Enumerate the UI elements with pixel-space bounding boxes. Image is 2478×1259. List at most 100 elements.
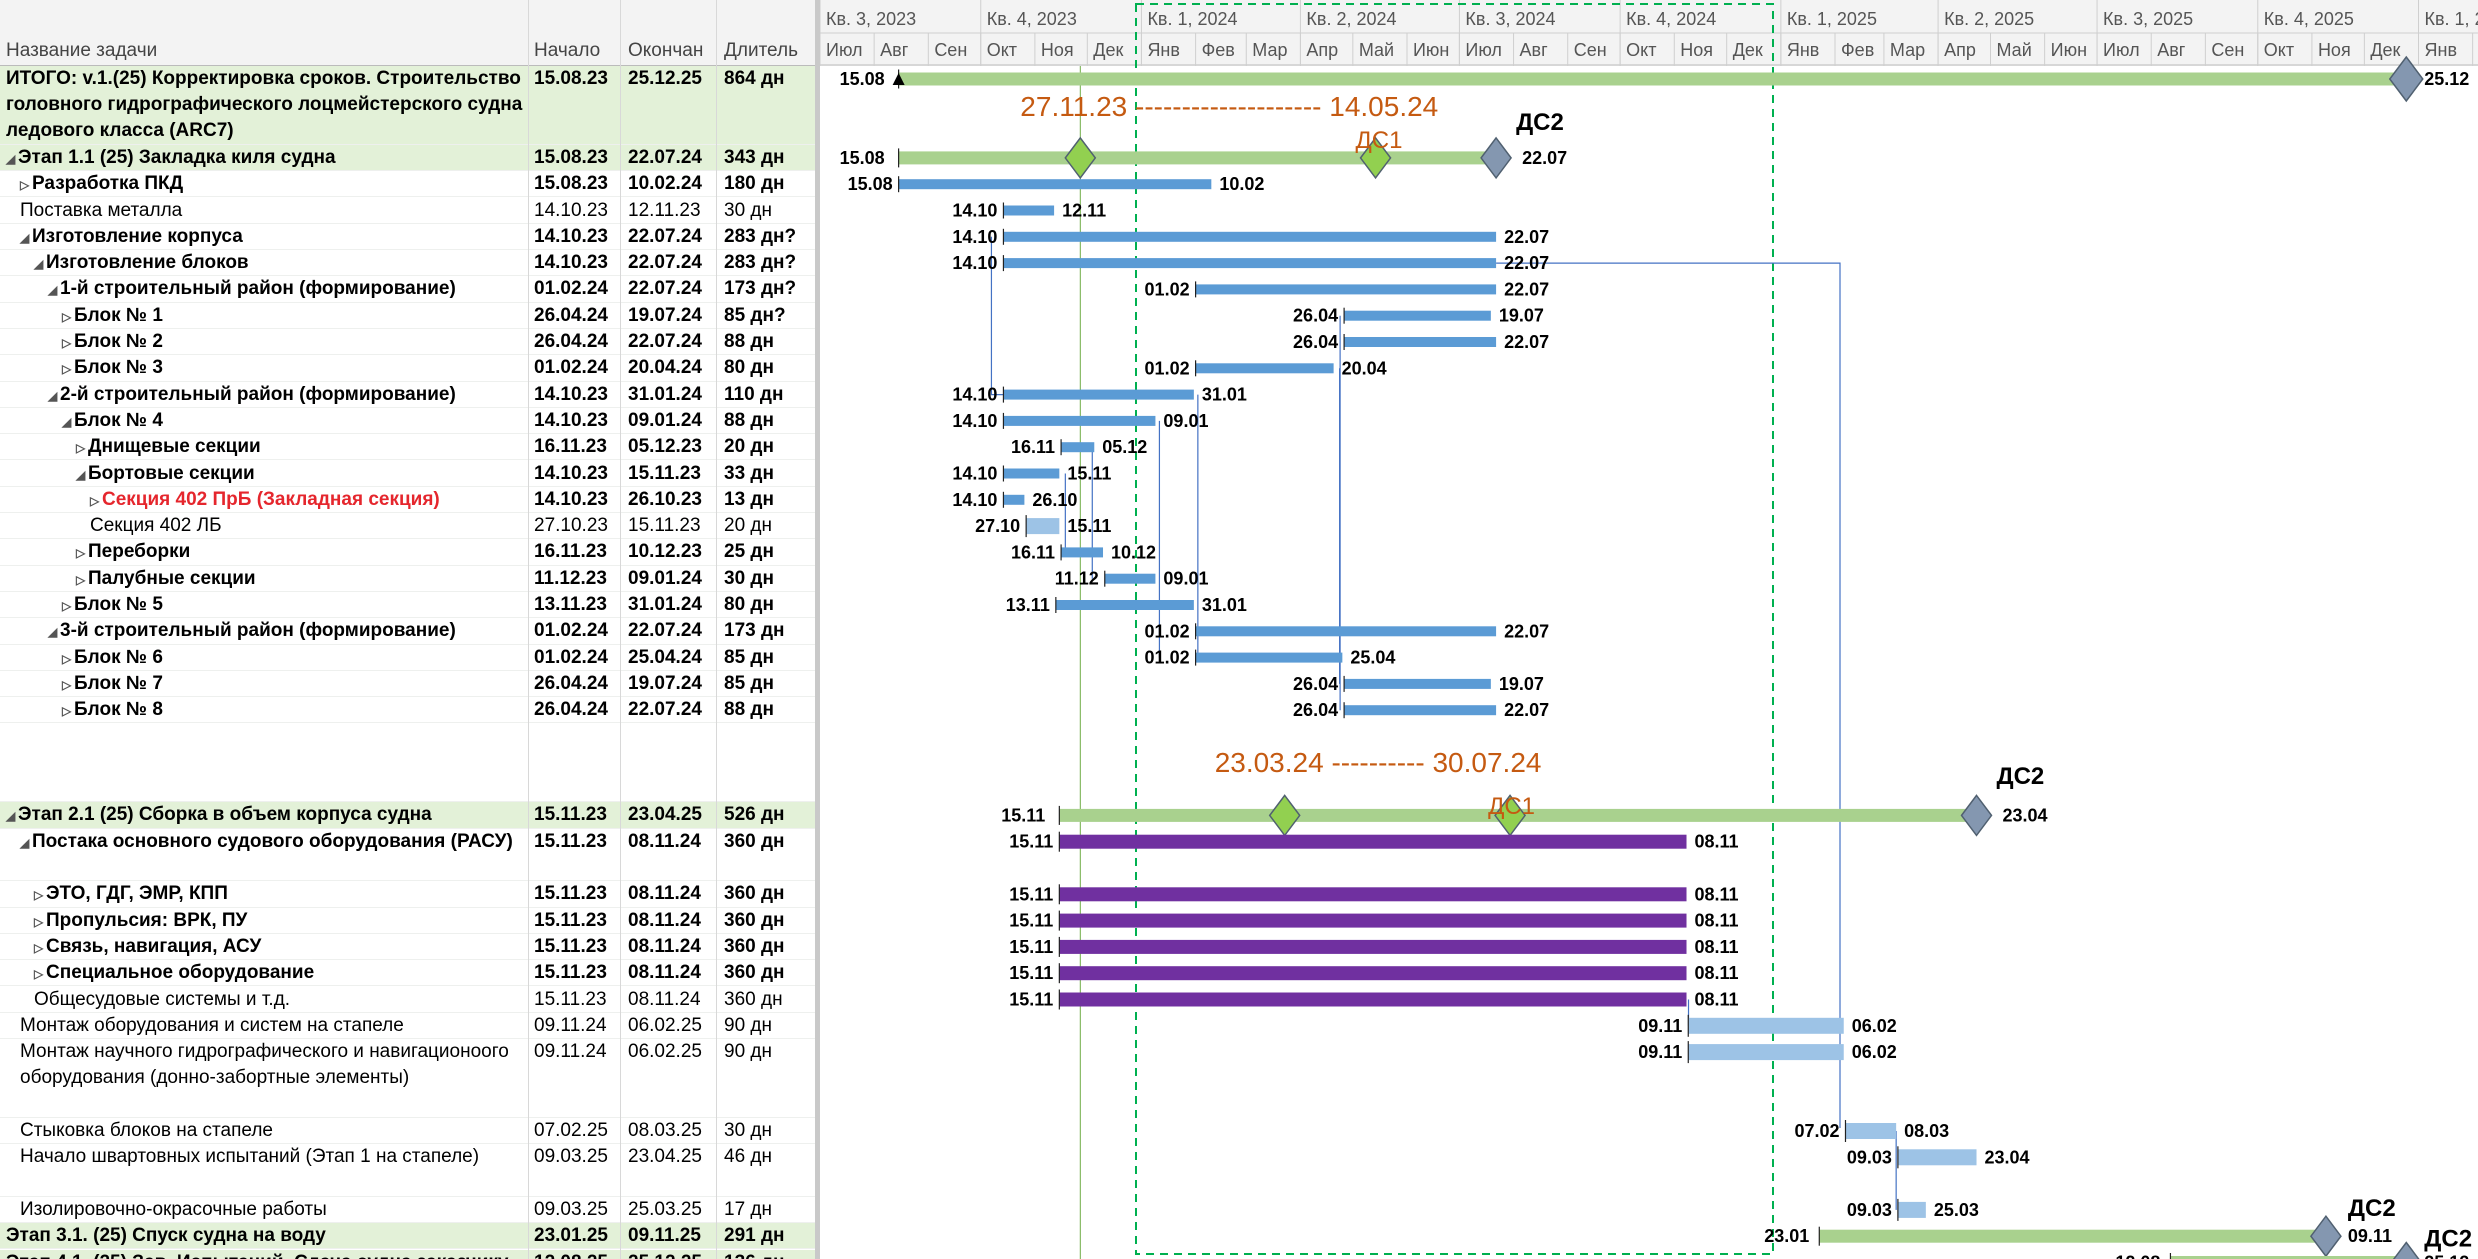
task-start[interactable]: 01.02.24 (528, 276, 620, 302)
table-row[interactable]: Начало швартовных испытаний (Этап 1 на с… (0, 1144, 818, 1197)
expand-toggle-icon[interactable]: ▷ (76, 435, 88, 461)
table-row[interactable]: Секция 402 ЛБ 27.10.23 15.11.23 20 дн (0, 513, 818, 540)
expand-toggle-icon[interactable]: ▷ (34, 961, 46, 987)
table-row[interactable]: ▷ ЭТО, ГДГ, ЭМР, КПП 15.11.23 08.11.24 360 д… (0, 881, 818, 908)
task-finish[interactable]: 20.04.24 (622, 355, 716, 381)
task-duration[interactable]: 283 дн? (718, 250, 818, 276)
task-start[interactable]: 16.11.23 (528, 434, 620, 460)
task-finish[interactable]: 22.07.24 (622, 145, 716, 171)
col-header-duration[interactable]: Длитель (718, 36, 818, 64)
task-name[interactable]: ◢ Изготовление блоков (0, 250, 528, 277)
task-duration[interactable]: 20 дн (718, 434, 818, 460)
table-row[interactable]: ◢ Блок № 4 14.10.23 09.01.24 88 дн (0, 408, 818, 435)
task-duration[interactable]: 90 дн (718, 1039, 818, 1065)
task-duration[interactable]: 360 дн (718, 934, 818, 960)
task-duration[interactable]: 17 дн (718, 1197, 818, 1223)
task-name[interactable]: ▷ Переборки (0, 539, 528, 566)
task-start[interactable]: 15.08.23 (528, 66, 620, 92)
table-row[interactable]: ▷ Блок № 8 26.04.24 22.07.24 88 дн (0, 697, 818, 724)
task-finish[interactable]: 10.12.23 (622, 539, 716, 565)
expand-toggle-icon[interactable]: ◢ (6, 146, 18, 172)
task-duration[interactable]: 291 дн (718, 1223, 818, 1249)
task-finish[interactable]: 08.03.25 (622, 1118, 716, 1144)
task-start[interactable]: 14.10.23 (528, 382, 620, 408)
task-finish[interactable]: 08.11.24 (622, 829, 716, 855)
task-finish[interactable]: 31.01.24 (622, 382, 716, 408)
task-duration[interactable]: 360 дн (718, 987, 818, 1013)
task-start[interactable]: 14.10.23 (528, 487, 620, 513)
task-start[interactable]: 14.10.23 (528, 198, 620, 224)
task-finish[interactable]: 22.07.24 (622, 276, 716, 302)
task-start[interactable]: 15.11.23 (528, 934, 620, 960)
task-name[interactable]: Монтаж научного гидрографического и нави… (0, 1039, 528, 1091)
table-row[interactable]: ▷ Связь, навигация, АСУ 15.11.23 08.11.24 36… (0, 934, 818, 961)
task-duration[interactable]: 25 дн (718, 539, 818, 565)
task-finish[interactable]: 08.11.24 (622, 908, 716, 934)
task-start[interactable]: 09.11.24 (528, 1013, 620, 1039)
table-row[interactable]: Этап 3.1. (25) Спуск судна на воду 23.01.… (0, 1223, 818, 1250)
table-row[interactable] (0, 724, 818, 803)
task-finish[interactable]: 22.07.24 (622, 250, 716, 276)
task-name[interactable]: ▷ Пропульсия: ВРК, ПУ (0, 908, 528, 935)
task-duration[interactable]: 173 дн (718, 618, 818, 644)
expand-toggle-icon[interactable]: ▷ (90, 488, 102, 514)
task-start[interactable]: 12.08.25 (528, 1250, 620, 1259)
table-row[interactable]: Общесудовые системы и т.д. 15.11.23 08.11.… (0, 987, 818, 1013)
task-finish[interactable]: 19.07.24 (622, 303, 716, 329)
expand-toggle-icon[interactable]: ▷ (62, 646, 74, 672)
task-name[interactable]: ◢ Бортовые секции (0, 461, 528, 488)
task-name[interactable]: ▷ Секция 402 ПрБ (Закладная секция) (0, 487, 528, 514)
expand-toggle-icon[interactable]: ◢ (48, 383, 60, 409)
task-start[interactable]: 01.02.24 (528, 355, 620, 381)
task-name[interactable]: ▷ Блок № 1 (0, 303, 528, 330)
task-start[interactable]: 09.11.24 (528, 1039, 620, 1065)
task-start[interactable]: 13.11.23 (528, 592, 620, 618)
col-header-start[interactable]: Начало (528, 36, 620, 64)
task-finish[interactable]: 26.10.23 (622, 487, 716, 513)
table-row[interactable]: ▷ Пропульсия: ВРК, ПУ 15.11.23 08.11.24 360 … (0, 908, 818, 934)
task-start[interactable]: 16.11.23 (528, 539, 620, 565)
task-finish[interactable]: 25.12.25 (622, 1250, 716, 1259)
expand-toggle-icon[interactable]: ◢ (34, 251, 46, 277)
expand-toggle-icon[interactable]: ◢ (48, 619, 60, 645)
task-finish[interactable]: 12.11.23 (622, 198, 716, 224)
task-name[interactable]: Стыковка блоков на стапеле (0, 1118, 528, 1144)
task-finish[interactable]: 22.07.24 (622, 618, 716, 644)
task-duration[interactable]: 80 дн (718, 592, 818, 618)
task-name[interactable]: Общесудовые системы и т.д. (0, 987, 528, 1013)
task-start[interactable]: 15.11.23 (528, 881, 620, 907)
task-name[interactable]: ▷ Блок № 2 (0, 329, 528, 356)
task-duration[interactable]: 360 дн (718, 829, 818, 855)
task-name[interactable]: ▷ Блок № 6 (0, 645, 528, 672)
task-finish[interactable]: 06.02.25 (622, 1013, 716, 1039)
table-row[interactable]: ◢ Изготовление блоков 14.10.23 22.07.24 283 … (0, 250, 818, 277)
task-duration[interactable]: 283 дн? (718, 224, 818, 250)
task-duration[interactable]: 90 дн (718, 1013, 818, 1039)
task-start[interactable]: 26.04.24 (528, 697, 620, 723)
task-start[interactable]: 15.11.23 (528, 987, 620, 1013)
task-start[interactable]: 01.02.24 (528, 618, 620, 644)
table-row[interactable]: ▷ Секция 402 ПрБ (Закладная секция) 14.10.… (0, 487, 818, 514)
expand-toggle-icon[interactable]: ▷ (34, 909, 46, 935)
task-name[interactable]: ▷ Блок № 5 (0, 592, 528, 619)
table-row[interactable]: ◢ Этап 1.1 (25) Закладка киля судна 15.08.… (0, 144, 818, 172)
task-duration[interactable]: 46 дн (718, 1144, 818, 1170)
task-start[interactable]: 14.10.23 (528, 408, 620, 434)
task-duration[interactable]: 88 дн (718, 329, 818, 355)
table-row[interactable]: Монтаж научного гидрографического и нави… (0, 1039, 818, 1118)
task-duration[interactable]: 526 дн (718, 802, 818, 828)
table-row[interactable]: ▷ Блок № 7 26.04.24 19.07.24 85 дн (0, 671, 818, 698)
task-name[interactable]: ◢ Этап 1.1 (25) Закладка киля судна (0, 145, 528, 172)
task-name[interactable]: Начало швартовных испытаний (Этап 1 на с… (0, 1144, 528, 1170)
task-name[interactable]: ▷ Связь, навигация, АСУ (0, 934, 528, 961)
task-duration[interactable]: 30 дн (718, 198, 818, 224)
task-finish[interactable]: 09.11.25 (622, 1223, 716, 1249)
table-row[interactable]: ▷ Блок № 1 26.04.24 19.07.24 85 дн? (0, 303, 818, 329)
task-start[interactable]: 09.03.25 (528, 1197, 620, 1223)
task-finish[interactable]: 22.07.24 (622, 224, 716, 250)
task-duration[interactable]: 136 дн (718, 1250, 818, 1259)
task-start[interactable]: 15.08.23 (528, 171, 620, 197)
task-start[interactable]: 15.11.23 (528, 908, 620, 934)
expand-toggle-icon[interactable]: ▷ (62, 304, 74, 330)
expand-toggle-icon[interactable]: ▷ (34, 882, 46, 908)
